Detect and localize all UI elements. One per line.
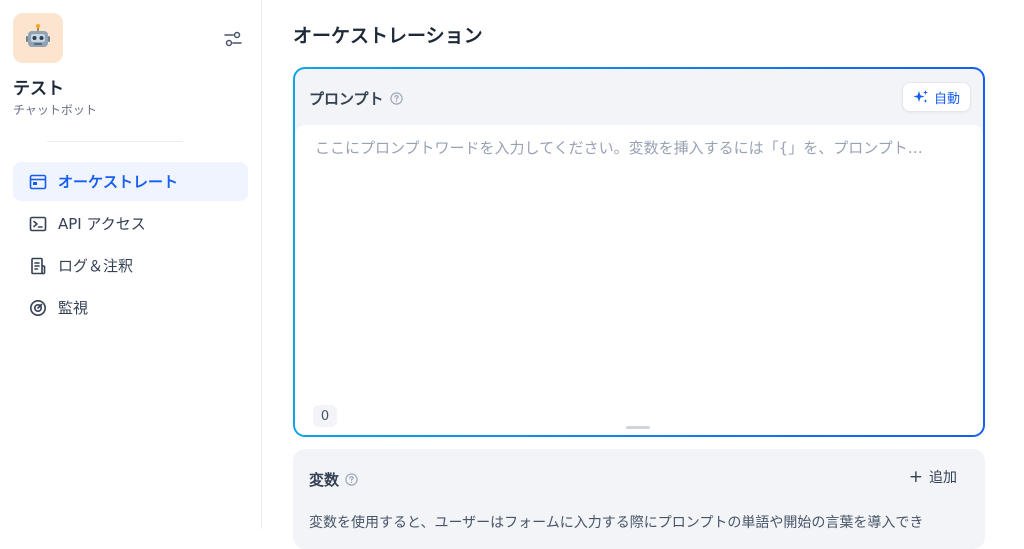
- sparkles-icon: [913, 89, 929, 105]
- settings-sliders-button[interactable]: [222, 29, 244, 49]
- add-variable-label: 追加: [929, 470, 957, 486]
- app-type: チャットボット: [13, 103, 97, 117]
- variables-header: 変数: [309, 469, 358, 490]
- variables-label: 変数: [309, 471, 340, 489]
- sidebar-item-label: ログ＆注釈: [58, 257, 134, 275]
- sidebar-nav: オーケストレート API アクセス ログ＆注釈 監視: [13, 162, 248, 330]
- robot-icon: [13, 13, 63, 63]
- prompt-header: プロンプト: [309, 88, 403, 109]
- prompt-placeholder: ここにプロンプトワードを入力してください。変数を挿入するには「{」を、プロンプト…: [315, 139, 923, 157]
- auto-generate-label: 自動: [933, 91, 960, 107]
- prompt-textarea[interactable]: ここにプロンプトワードを入力してください。変数を挿入するには「{」を、プロンプト…: [295, 125, 983, 435]
- sidebar-item-orchestrate[interactable]: オーケストレート: [13, 162, 248, 201]
- dashboard-gauge-icon: [28, 298, 48, 318]
- terminal-window-icon: [28, 172, 48, 192]
- sidebar-item-logs-annotations[interactable]: ログ＆注釈: [13, 246, 248, 285]
- sidebar-item-label: オーケストレート: [58, 173, 179, 191]
- sidebar: テスト チャットボット オーケストレート API アクセス ログ＆注釈 監視: [0, 0, 262, 529]
- file-list-icon: [28, 256, 48, 276]
- sidebar-item-label: 監視: [58, 299, 89, 317]
- auto-generate-button[interactable]: 自動: [901, 82, 971, 112]
- variables-card: 変数 + 追加 変数を使用すると、ユーザーはフォームに入力する際にプロンプトの単…: [293, 449, 985, 549]
- add-variable-button[interactable]: + 追加: [909, 467, 957, 487]
- main-content: オーケストレーション プロンプト 自動 ここにプロンプトワードを入力してください…: [263, 0, 1024, 549]
- terminal-square-icon: [28, 214, 48, 234]
- sliders-icon: [224, 31, 242, 47]
- prompt-panel: プロンプト 自動 ここにプロンプトワードを入力してください。変数を挿入するには「…: [295, 69, 983, 435]
- resize-handle[interactable]: [626, 426, 650, 429]
- help-circle-icon[interactable]: [389, 92, 403, 105]
- plus-icon: +: [908, 467, 923, 487]
- sidebar-item-api-access[interactable]: API アクセス: [13, 204, 248, 243]
- sidebar-divider: [47, 141, 183, 142]
- help-circle-icon[interactable]: [345, 473, 358, 486]
- prompt-label: プロンプト: [309, 90, 384, 108]
- page-title: オーケストレーション: [293, 25, 483, 47]
- prompt-card: プロンプト 自動 ここにプロンプトワードを入力してください。変数を挿入するには「…: [293, 67, 985, 437]
- sidebar-item-label: API アクセス: [58, 215, 146, 233]
- app-name: テスト: [13, 79, 64, 99]
- variables-description: 変数を使用すると、ユーザーはフォームに入力する際にプロンプトの単語や開始の言葉を…: [309, 515, 924, 531]
- char-count-badge: 0: [313, 405, 337, 427]
- sidebar-item-monitoring[interactable]: 監視: [13, 288, 248, 327]
